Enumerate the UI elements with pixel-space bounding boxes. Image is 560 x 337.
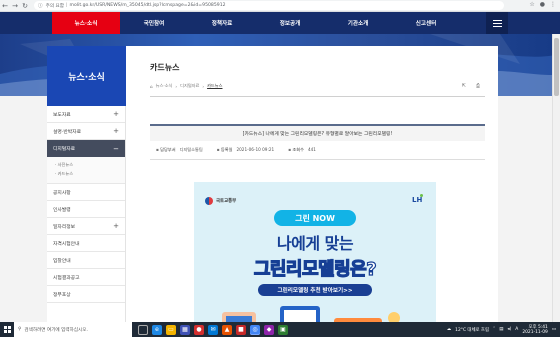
app-icon-orange[interactable]: ▲ [222, 324, 232, 335]
reload-icon[interactable]: ↻ [20, 1, 30, 11]
meta-views-label: 조회수 [292, 147, 304, 152]
mail-icon[interactable]: ✉ [208, 324, 218, 335]
article-meta: 담당부서디지털소통팀 등록일2021-06-10 09:21 조회수441 [156, 147, 316, 153]
chrome-icon[interactable]: ◎ [250, 324, 260, 335]
profile-icon[interactable]: ● [540, 1, 545, 8]
url-text: molit.go.kr/USR/NEWS/m_35045/dtl.jsp?lcm… [69, 3, 226, 8]
sidebar-item-personnel[interactable]: 인사발령 [47, 201, 125, 218]
taskbar-apps: e ▭ ▦ ● ✉ ▲ ■ ◎ ◆ ▣ [138, 324, 288, 335]
sidebar-item-digital[interactable]: 디지털자료 − [47, 140, 125, 157]
breadcrumb: ⌂ 뉴스·소식 › 디지털자료 › 카드뉴스 [150, 83, 223, 89]
address-bar[interactable]: ⓘ 주의 요함 | molit.go.kr/USR/NEWS/m_35045/d… [34, 1, 504, 10]
lh-logo: LH [412, 194, 424, 204]
star-icon[interactable]: ☆ [529, 1, 534, 8]
main-content: 카드뉴스 ⌂ 뉴스·소식 › 디지털자료 › 카드뉴스 ⇱ ⎙ [카드뉴스] 나… [126, 46, 498, 337]
weather-icon[interactable]: ☁ [447, 327, 451, 332]
taskbar-search-box[interactable]: ⚲ 검색하려면 여기에 입력하십시오. [14, 322, 132, 337]
home-icon[interactable]: ⌂ [150, 84, 153, 89]
sidebar-title: 뉴스·소식 [47, 46, 126, 106]
edge-icon[interactable]: e [152, 324, 162, 335]
gnb-item-policy[interactable]: 정책자료 [188, 12, 256, 34]
file-explorer-icon[interactable]: ▭ [166, 324, 176, 335]
card-headline-2: 그린리모델링은? [253, 258, 377, 280]
sidebar-item-results[interactable]: 시험결과공고 [47, 269, 125, 286]
card-cta: 그린리모델링 추천 받아보기>> [258, 284, 372, 296]
sidebar-item-awards[interactable]: 정부포상 [47, 286, 125, 303]
gnb-item-news[interactable]: 뉴스·소식 [52, 12, 120, 38]
page-scrollbar[interactable] [552, 34, 560, 322]
article-title: [카드뉴스] 나에게 맞는 그린리모델링은? 유형별로 알아보는 그린리모델링! [150, 126, 485, 141]
divider [150, 96, 485, 97]
sidebar-item-exam[interactable]: 자격시험안내 [47, 235, 125, 252]
notification-icon[interactable]: ▭ [552, 327, 556, 332]
meta-views-value: 441 [307, 147, 316, 152]
gnb-item-report[interactable]: 신고센터 [392, 12, 460, 34]
meta-dept-value: 디지털소통팀 [179, 147, 203, 152]
gnb-item-about[interactable]: 기관소개 [324, 12, 392, 34]
breadcrumb-item[interactable]: 뉴스·소식 [156, 83, 173, 89]
page-tools: ⇱ ⎙ [462, 83, 480, 89]
page-title: 카드뉴스 [150, 63, 180, 72]
sidebar-item-jobs[interactable]: 일자리정보 + [47, 218, 125, 235]
sidebar-submenu: 사진뉴스 카드뉴스 [47, 157, 125, 184]
meta-dept-label: 담당부서 [160, 147, 176, 152]
plus-icon: + [113, 127, 119, 135]
meta-date-value: 2021-06-10 09:21 [236, 147, 275, 152]
clock[interactable]: 오후 5:41 2021-11-09 [522, 325, 548, 335]
sidebar-subitem-cardnews[interactable]: 카드뉴스 [55, 169, 117, 178]
share-icon[interactable]: ⇱ [462, 83, 466, 89]
warning-icon: ⓘ [38, 3, 43, 9]
windows-start-button[interactable] [0, 322, 14, 337]
plus-icon: + [113, 222, 119, 230]
windows-logo-icon [3, 326, 11, 333]
card-badge: 그린 NOW [274, 210, 356, 226]
sidebar-item-press[interactable]: 보도자료 + [47, 106, 125, 123]
app-icon-red-2[interactable]: ■ [236, 324, 246, 335]
gnb-item-disclosure[interactable]: 정보공개 [256, 12, 324, 34]
ime-indicator[interactable]: A [515, 327, 518, 332]
app-icon-purple[interactable]: ◆ [264, 324, 274, 335]
breadcrumb-item[interactable]: 디지털자료 [180, 83, 199, 89]
sidebar-item-notice[interactable]: 공지사항 [47, 184, 125, 201]
article-header: [카드뉴스] 나에게 맞는 그린리모델링은? 유형별로 알아보는 그린리모델링!… [150, 124, 485, 160]
security-label: 주의 요함 [45, 3, 64, 9]
forward-arrow-icon[interactable]: → [10, 1, 20, 11]
system-tray: ☁ 12°C 대체로 흐림 ˄ ▤ ◂) A 오후 5:41 2021-11-0… [447, 322, 556, 337]
ministry-emblem-icon [205, 197, 213, 205]
sidebar-item-bid[interactable]: 입찰안내 [47, 252, 125, 269]
network-icon[interactable]: ▤ [499, 327, 503, 332]
gnb-item-participation[interactable]: 국민참여 [120, 12, 188, 34]
store-icon[interactable]: ▦ [180, 324, 190, 335]
sidebar-item-explanation[interactable]: 설명·반박자료 + [47, 123, 125, 140]
plus-icon: + [113, 110, 119, 118]
scrollbar-thumb[interactable] [554, 38, 559, 96]
card-news-image: 국토교통부 LH 그린 NOW 나에게 맞는 그린리모델링은? 그린리모델링 추… [194, 182, 436, 337]
browser-toolbar: ← → ↻ ⓘ 주의 요함 | molit.go.kr/USR/NEWS/m_3… [0, 0, 560, 12]
app-icon-green[interactable]: ▣ [278, 324, 288, 335]
meta-date-label: 등록일 [220, 147, 233, 152]
clock-date: 2021-11-09 [522, 329, 548, 335]
sidebar: 보도자료+ 설명·반박자료+ 디지털자료− 사진뉴스 카드뉴스 공지사항 인사발… [47, 106, 126, 337]
more-icon[interactable]: ⋮ [550, 1, 556, 8]
back-arrow-icon[interactable]: ← [0, 1, 10, 11]
weather-text[interactable]: 12°C 대체로 흐림 [455, 327, 489, 333]
tray-up-icon[interactable]: ˄ [493, 327, 495, 332]
browser-actions: ☆ ● ⋮ [529, 1, 556, 8]
card-headline-1: 나에게 맞는 [276, 234, 354, 253]
app-icon-red[interactable]: ● [194, 324, 204, 335]
search-icon: ⚲ [18, 327, 22, 332]
task-view-icon[interactable] [138, 324, 148, 335]
minus-icon: − [113, 144, 119, 153]
volume-icon[interactable]: ◂) [507, 327, 511, 332]
ministry-logo: 국토교통부 [205, 197, 236, 205]
breadcrumb-current[interactable]: 카드뉴스 [207, 83, 222, 89]
sidebar-subitem-photo[interactable]: 사진뉴스 [55, 160, 117, 169]
print-icon[interactable]: ⎙ [476, 83, 480, 89]
global-nav: 뉴스·소식 국민참여 정책자료 정보공개 기관소개 신고센터 [52, 12, 460, 38]
hamburger-menu-icon[interactable] [486, 12, 508, 34]
